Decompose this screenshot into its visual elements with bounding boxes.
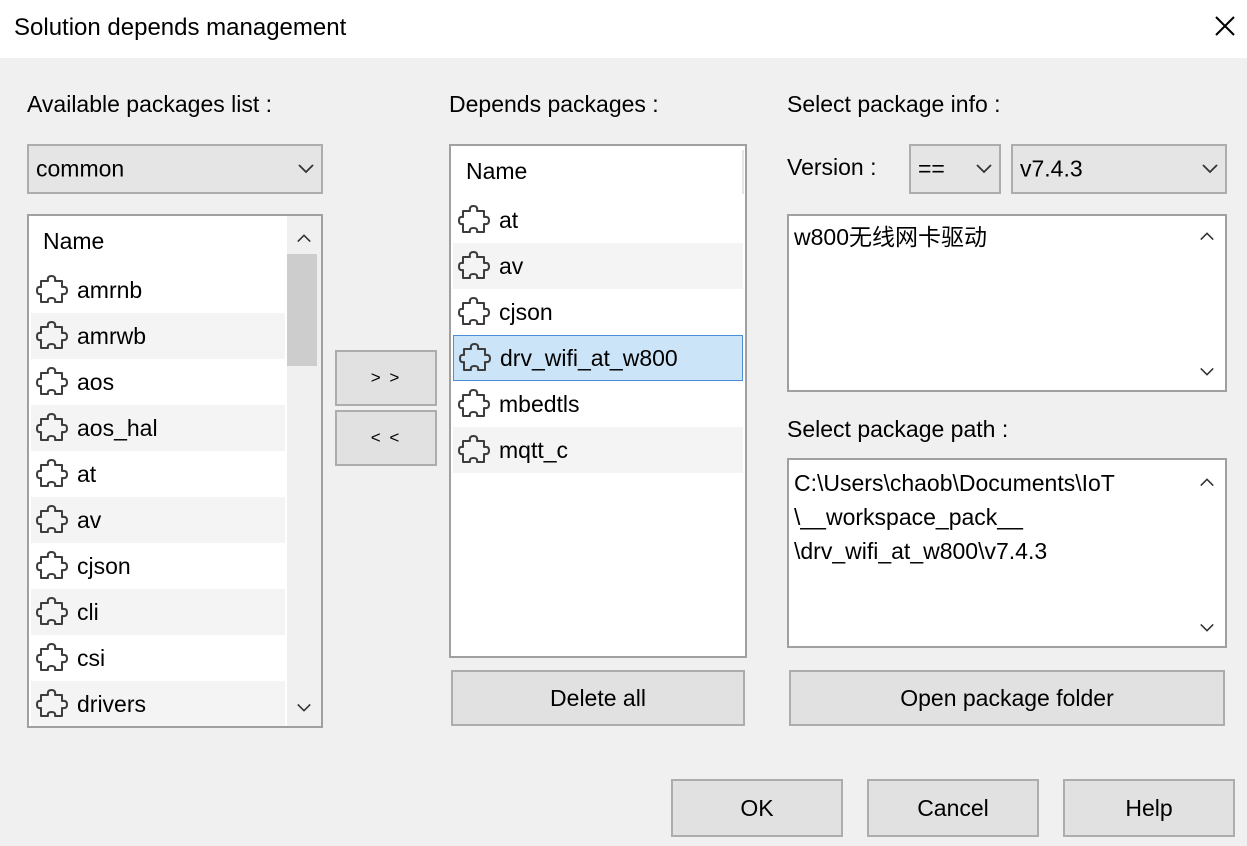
list-item[interactable]: csi	[31, 635, 285, 681]
scroll-up-icon[interactable]	[296, 232, 312, 244]
scroll-up-icon[interactable]	[1199, 230, 1215, 242]
package-path-box[interactable]: C:\Users\chaob\Documents\IoT \__workspac…	[787, 458, 1227, 648]
package-name: drivers	[77, 690, 147, 717]
package-icon	[457, 295, 491, 329]
list-item[interactable]: mqtt_c	[453, 427, 743, 473]
path-line: C:\Users\chaob\Documents\IoT	[794, 470, 1115, 496]
add-package-button[interactable]: > >	[335, 350, 437, 406]
depends-packages-label: Depends packages :	[449, 91, 659, 117]
path-line: \__workspace_pack__	[794, 504, 1023, 530]
package-name: av	[499, 252, 524, 279]
chevron-down-icon	[297, 163, 315, 175]
package-icon	[35, 411, 69, 445]
package-path-label: Select package path :	[787, 416, 1009, 442]
package-name: at	[77, 460, 97, 487]
package-name: cjson	[77, 552, 131, 579]
package-name: mbedtls	[499, 390, 580, 417]
list-item[interactable]: av	[31, 497, 285, 543]
package-name: cli	[77, 598, 99, 625]
path-line: \drv_wifi_at_w800\v7.4.3	[794, 538, 1048, 564]
package-icon	[35, 503, 69, 537]
close-icon[interactable]	[1208, 10, 1242, 44]
version-value: v7.4.3	[1020, 155, 1083, 182]
package-icon	[35, 595, 69, 629]
chevron-down-icon	[975, 163, 993, 175]
window-title: Solution depends management	[14, 14, 347, 41]
package-name: amrnb	[77, 276, 143, 303]
available-packages-label: Available packages list :	[27, 91, 273, 117]
package-icon	[35, 549, 69, 583]
remove-package-button[interactable]: < <	[335, 410, 437, 466]
package-name: aos	[77, 368, 115, 395]
package-path: C:\Users\chaob\Documents\IoT \__workspac…	[794, 466, 1194, 568]
list-item[interactable]: av	[453, 243, 743, 289]
package-icon	[457, 433, 491, 467]
scrollbar-thumb[interactable]	[287, 254, 317, 366]
list-item[interactable]: aos	[31, 359, 285, 405]
list-item[interactable]: drivers	[31, 681, 285, 726]
package-filter-select[interactable]: common	[27, 144, 323, 194]
open-package-folder-button[interactable]: Open package folder	[789, 670, 1225, 726]
list-item[interactable]: mbedtls	[453, 381, 743, 427]
package-name: at	[499, 206, 519, 233]
package-description: w800无线网卡驱动	[794, 224, 987, 250]
package-name: amrwb	[77, 322, 147, 349]
list-item[interactable]: at	[31, 451, 285, 497]
list-item[interactable]: cjson	[453, 289, 743, 335]
package-description-box[interactable]: w800无线网卡驱动	[787, 214, 1227, 392]
package-icon	[457, 203, 491, 237]
package-icon	[457, 249, 491, 283]
version-select[interactable]: v7.4.3	[1011, 144, 1227, 194]
version-operator-select[interactable]: ==	[909, 144, 1001, 194]
package-icon	[35, 641, 69, 675]
package-name: drv_wifi_at_w800	[500, 344, 678, 371]
delete-all-button[interactable]: Delete all	[451, 670, 745, 726]
package-icon	[35, 273, 69, 307]
chevron-down-icon	[1201, 163, 1219, 175]
list-item[interactable]: at	[453, 197, 743, 243]
scroll-down-icon[interactable]	[1199, 366, 1215, 378]
column-divider	[742, 150, 744, 194]
scroll-down-icon[interactable]	[296, 702, 312, 714]
help-button[interactable]: Help	[1063, 779, 1235, 837]
available-name-column-header[interactable]: Name	[43, 228, 104, 255]
package-icon	[457, 387, 491, 421]
list-item[interactable]: amrwb	[31, 313, 285, 359]
package-filter-value: common	[36, 155, 125, 182]
package-icon	[35, 319, 69, 353]
title-bar: Solution depends management	[0, 0, 1247, 58]
package-icon	[35, 457, 69, 491]
version-label: Version :	[787, 154, 877, 180]
package-name: av	[77, 506, 102, 533]
package-name: aos_hal	[77, 414, 158, 441]
package-name: cjson	[499, 298, 553, 325]
scroll-up-icon[interactable]	[1199, 476, 1215, 488]
scroll-down-icon[interactable]	[1199, 622, 1215, 634]
package-name: csi	[77, 644, 106, 671]
list-item[interactable]: cjson	[31, 543, 285, 589]
list-item[interactable]: aos_hal	[31, 405, 285, 451]
list-item[interactable]: cli	[31, 589, 285, 635]
package-icon	[35, 687, 69, 721]
depends-packages-list[interactable]: Name at av cjson drv_wifi_at_w800 mbedtl…	[449, 144, 747, 658]
ok-button[interactable]: OK	[671, 779, 843, 837]
package-name: mqtt_c	[499, 436, 569, 463]
package-icon	[35, 365, 69, 399]
cancel-button[interactable]: Cancel	[867, 779, 1039, 837]
available-list-scrollbar[interactable]	[287, 216, 321, 726]
available-packages-list[interactable]: Name amrnb amrwb aos aos_hal at av cjson…	[27, 214, 323, 728]
list-item[interactable]: amrnb	[31, 267, 285, 313]
depends-name-column-header[interactable]: Name	[466, 158, 527, 185]
package-icon	[458, 341, 492, 375]
package-info-label: Select package info :	[787, 91, 1001, 117]
version-operator-value: ==	[918, 155, 945, 182]
list-item-selected[interactable]: drv_wifi_at_w800	[453, 335, 743, 381]
